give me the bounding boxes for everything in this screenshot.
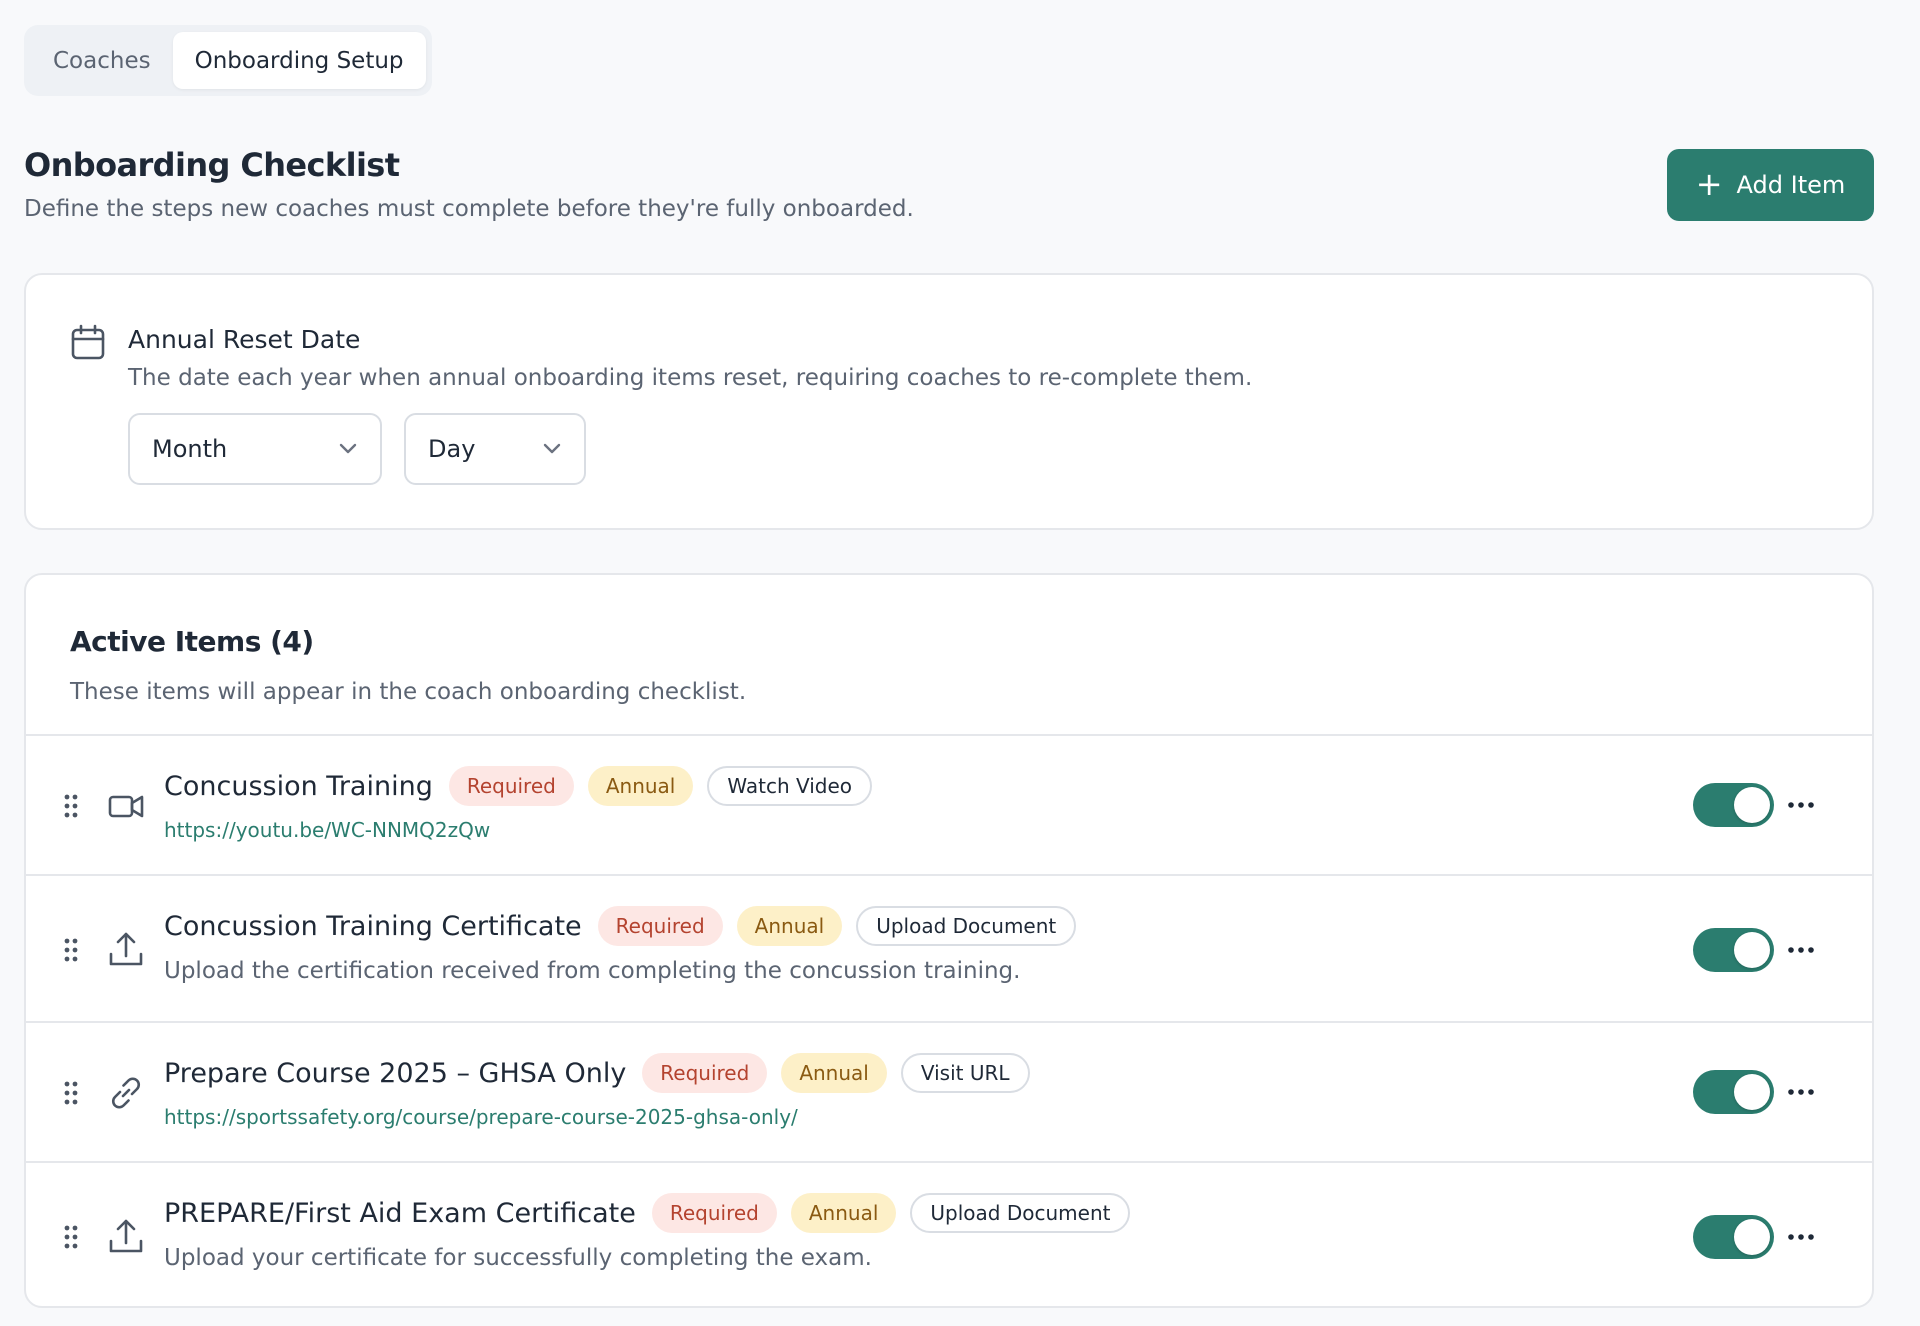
- checklist-row: PREPARE/First Aid Exam Certificate Requi…: [26, 1161, 1872, 1306]
- active-items-card: Active Items (4) These items will appear…: [24, 573, 1874, 1308]
- action-type-badge: Upload Document: [910, 1193, 1131, 1233]
- annual-badge: Annual: [736, 906, 843, 946]
- upload-icon: [109, 1219, 143, 1253]
- toggle-knob: [1734, 1074, 1770, 1110]
- add-item-label: Add Item: [1736, 171, 1846, 199]
- link-icon: [112, 1077, 140, 1109]
- item-enabled-toggle[interactable]: [1693, 1215, 1774, 1259]
- item-enabled-toggle[interactable]: [1693, 1070, 1774, 1114]
- toggle-knob: [1734, 787, 1770, 823]
- item-title: Concussion Training: [164, 770, 433, 802]
- item-description: Upload the certification received from c…: [164, 958, 1021, 984]
- month-select[interactable]: Month: [128, 413, 382, 485]
- annual-badge: Annual: [781, 1053, 887, 1093]
- more-options-icon[interactable]: [1786, 945, 1816, 955]
- tab-bar: Coaches Onboarding Setup: [24, 25, 432, 96]
- action-type-badge: Watch Video: [707, 766, 873, 806]
- calendar-icon: [71, 324, 105, 360]
- add-item-button[interactable]: + Add Item: [1667, 149, 1874, 221]
- item-title: Prepare Course 2025 – GHSA Only: [164, 1057, 627, 1089]
- page-subtitle: Define the steps new coaches must comple…: [24, 196, 914, 222]
- required-badge: Required: [448, 766, 574, 806]
- upload-icon: [109, 932, 143, 966]
- more-options-icon[interactable]: [1786, 800, 1816, 810]
- drag-handle-icon[interactable]: [64, 1225, 78, 1249]
- required-badge: Required: [597, 906, 723, 946]
- toggle-knob: [1734, 932, 1770, 968]
- toggle-knob: [1734, 1219, 1770, 1255]
- item-url-link[interactable]: https://sportssafety.org/course/prepare-…: [164, 1105, 798, 1129]
- item-enabled-toggle[interactable]: [1693, 783, 1774, 827]
- checklist-row: Concussion Training Certificate Required…: [26, 874, 1872, 1021]
- day-select[interactable]: Day: [404, 413, 586, 485]
- tab-onboarding-setup[interactable]: Onboarding Setup: [172, 32, 426, 89]
- annual-reset-card: Annual Reset Date The date each year whe…: [24, 273, 1874, 530]
- checklist-row: Concussion Training Required Annual Watc…: [26, 734, 1872, 874]
- item-enabled-toggle[interactable]: [1693, 928, 1774, 972]
- active-items-title: Active Items (4): [70, 625, 314, 658]
- item-description: Upload your certificate for successfully…: [164, 1245, 872, 1271]
- video-icon: [108, 795, 144, 818]
- plus-icon: +: [1695, 164, 1723, 203]
- item-title: PREPARE/First Aid Exam Certificate: [164, 1197, 636, 1229]
- annual-badge: Annual: [587, 766, 694, 806]
- drag-handle-icon[interactable]: [64, 1081, 78, 1105]
- reset-title: Annual Reset Date: [128, 325, 361, 354]
- item-url-link[interactable]: https://youtu.be/WC-NNMQ2zQw: [164, 818, 490, 842]
- action-type-badge: Visit URL: [900, 1053, 1030, 1093]
- page-title: Onboarding Checklist: [24, 146, 400, 184]
- chevron-down-icon: [339, 443, 357, 454]
- required-badge: Required: [642, 1053, 768, 1093]
- drag-handle-icon[interactable]: [64, 938, 78, 962]
- action-type-badge: Upload Document: [856, 906, 1077, 946]
- active-items-description: These items will appear in the coach onb…: [70, 679, 747, 705]
- tab-coaches[interactable]: Coaches: [31, 32, 173, 89]
- day-select-value: Day: [428, 435, 476, 463]
- required-badge: Required: [651, 1193, 777, 1233]
- month-select-value: Month: [152, 435, 228, 463]
- item-title: Concussion Training Certificate: [164, 910, 582, 942]
- checklist-row: Prepare Course 2025 – GHSA Only Required…: [26, 1021, 1872, 1161]
- more-options-icon[interactable]: [1786, 1087, 1816, 1097]
- chevron-down-icon: [543, 443, 561, 454]
- reset-description: The date each year when annual onboardin…: [128, 365, 1253, 391]
- annual-badge: Annual: [790, 1193, 897, 1233]
- drag-handle-icon[interactable]: [64, 794, 78, 818]
- more-options-icon[interactable]: [1786, 1232, 1816, 1242]
